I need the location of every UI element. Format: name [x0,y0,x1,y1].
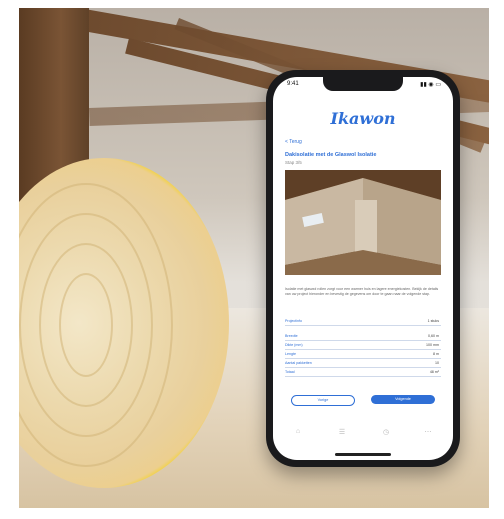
page-subtitle: Stap 3/5 [285,160,302,165]
details-table: Projectinfo 1 stuks Breedte 0,60 m Dikte… [285,317,441,377]
tab-bar: ⌂ ☰ ◷ ⋯ [273,423,453,443]
detail-label: Dikte (mm) [285,343,303,347]
detail-label: Totaal [285,370,295,374]
detail-value: 8 m [433,352,439,356]
detail-row: Lengte 8 m [285,350,441,359]
detail-label: Lengte [285,352,296,356]
detail-value: 48 m² [429,370,439,374]
detail-row: Aantal pakketten 10 [285,359,441,368]
next-button[interactable]: Volgende [371,395,435,404]
home-tab-icon[interactable]: ⌂ [293,428,303,435]
list-tab-icon[interactable]: ☰ [337,428,347,436]
status-indicators-icon: ▮▮ ◉ ▭ [420,82,441,88]
summary-row: Projectinfo 1 stuks [285,317,441,326]
project-description: Isolatie met glaswol rollen zorgt voor e… [285,287,439,296]
phone-screen: 9:41 ▮▮ ◉ ▭ Ikawon < Terug Dakisolatie m… [273,77,453,460]
detail-row: Breedte 0,60 m [285,332,441,341]
history-tab-icon[interactable]: ◷ [381,428,391,436]
back-link[interactable]: < Terug [285,139,302,145]
more-tab-icon[interactable]: ⋯ [423,428,433,436]
detail-row: Totaal 48 m² [285,368,441,377]
summary-label: Projectinfo [285,319,302,323]
attic-photo-illustration [285,170,441,275]
detail-label: Aantal pakketten [285,361,312,365]
detail-label: Breedte [285,334,298,338]
attic-photo [285,170,441,275]
detail-value: 0,60 m [428,334,439,338]
detail-value: 10 [435,361,439,365]
app-logo: Ikawon [330,109,396,128]
smartphone: 9:41 ▮▮ ◉ ▭ Ikawon < Terug Dakisolatie m… [266,70,460,467]
page-title: Dakisolatie met de Glaswol Isolatie [285,152,377,158]
previous-button[interactable]: Vorige [291,395,355,406]
detail-row: Dikte (mm) 100 mm [285,341,441,350]
detail-value: 100 mm [426,343,439,347]
summary-value: 1 stuks [427,319,439,323]
phone-notch [323,77,403,91]
home-indicator [335,453,391,456]
status-time: 9:41 [287,81,299,87]
